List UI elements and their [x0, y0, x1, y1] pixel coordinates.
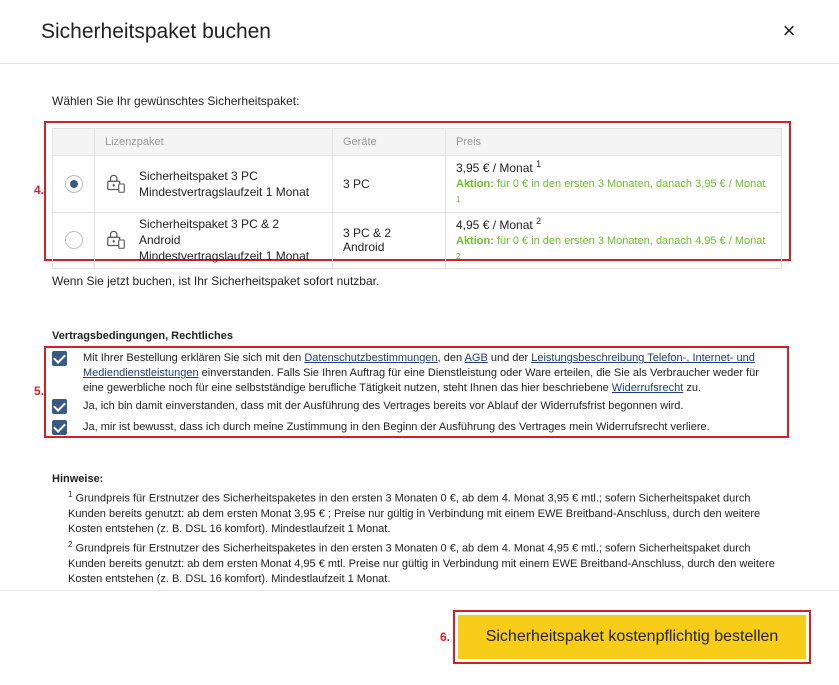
agb-link[interactable]: AGB — [465, 352, 488, 364]
terms-title: Vertragsbedingungen, Rechtliches — [52, 330, 233, 342]
package-price: 4,95 € / Monat — [456, 217, 533, 232]
package-radio-cell[interactable] — [52, 155, 95, 213]
package-name: Sicherheitspaket 3 PC & 2 Android — [139, 217, 280, 248]
withdrawal-right-link[interactable]: Widerrufsrecht — [612, 382, 684, 394]
package-radio-3pc-2android[interactable] — [64, 231, 83, 250]
consent-text-withdrawal-loss: Ja, mir ist bewusst, dass ich durch mein… — [83, 421, 710, 433]
annotation-step-5: 5. — [34, 384, 45, 398]
package-name: Sicherheitspaket 3 PC — [139, 168, 258, 183]
promo-label: Aktion: — [456, 234, 494, 247]
consent-row-withdrawal-loss[interactable]: Ja, mir ist bewusst, dass ich durch mein… — [52, 420, 773, 435]
table-header-row: Lizenzpaket Geräte Preis — [52, 128, 782, 156]
price-footnote-ref: 2 — [536, 215, 542, 226]
promo-footnote-ref: 1 — [456, 195, 461, 204]
footer-divider — [0, 590, 839, 591]
column-header-package: Lizenzpaket — [94, 128, 333, 156]
package-devices: 3 PC & 2 Android — [332, 211, 446, 270]
annotation-step-6: 6. — [440, 630, 451, 644]
hint-text: Grundpreis für Erstnutzer des Sicherheit… — [68, 492, 761, 535]
close-icon[interactable]: × — [778, 20, 800, 42]
package-row[interactable]: Sicherheitspaket 3 PC & 2 Android Mindes… — [52, 211, 782, 270]
package-prompt: Wählen Sie Ihr gewünschtes Sicherheitspa… — [52, 94, 300, 108]
column-header-select — [52, 128, 95, 156]
dialog-title: Sicherheitspaket buchen — [41, 20, 271, 43]
consent-text-part: und der — [487, 352, 532, 364]
promo-footnote-ref: 2 — [456, 251, 461, 261]
package-table: Lizenzpaket Geräte Preis Sicherheitspake… — [52, 128, 782, 270]
hint-1: 1 Grundpreis für Erstnutzer des Sicherhe… — [68, 487, 788, 537]
privacy-link[interactable]: Datenschutzbestimmungen — [304, 352, 437, 364]
package-price: 3,95 € / Monat — [456, 161, 533, 175]
column-header-price: Preis — [445, 128, 782, 156]
package-price-cell: 4,95 € / Monat 2 Aktion: für 0 € in den … — [445, 211, 782, 270]
consent-row-terms[interactable]: Mit Ihrer Bestellung erklären Sie sich m… — [52, 351, 773, 396]
package-min-term: Mindestvertragslaufzeit 1 Monat — [139, 184, 310, 199]
package-radio-cell[interactable] — [52, 211, 95, 270]
consent-text-part: , den — [437, 352, 465, 364]
dialog-header: Sicherheitspaket buchen × — [0, 0, 839, 64]
lock-device-icon — [107, 174, 125, 193]
promo-text: für 0 € in den ersten 3 Monaten, danach … — [496, 234, 766, 247]
package-min-term: Mindestvertragslaufzeit 1 Monat — [139, 249, 310, 264]
annotation-step-4: 4. — [34, 183, 45, 197]
consent-text-early-start: Ja, ich bin damit einverstanden, dass mi… — [83, 400, 684, 412]
immediate-use-note: Wenn Sie jetzt buchen, ist Ihr Sicherhei… — [52, 274, 380, 288]
consent-checkbox-terms[interactable] — [52, 351, 67, 366]
package-radio-3pc[interactable] — [64, 174, 83, 193]
consent-text-part: zu. — [683, 382, 702, 394]
promo-label: Aktion: — [456, 178, 494, 190]
hints-title: Hinweise: — [52, 473, 104, 485]
hint-2: 2 Grundpreis für Erstnutzer des Sicherhe… — [68, 537, 788, 587]
consent-checkbox-early-start[interactable] — [52, 399, 67, 414]
lock-device-icon — [107, 231, 125, 250]
consent-checkbox-withdrawal-loss[interactable] — [52, 420, 67, 435]
price-footnote-ref: 1 — [536, 159, 542, 169]
promo-text: für 0 € in den ersten 3 Monaten, danach … — [496, 178, 766, 190]
consent-text-terms: Mit Ihrer Bestellung erklären Sie sich m… — [83, 351, 773, 396]
package-devices: 3 PC — [332, 155, 446, 213]
column-header-devices: Geräte — [332, 128, 446, 156]
package-name-cell: Sicherheitspaket 3 PC Mindestvertragslau… — [94, 155, 333, 213]
package-price-cell: 3,95 € / Monat 1 Aktion: für 0 € in den … — [445, 155, 782, 213]
order-button[interactable]: Sicherheitspaket kostenpflichtig bestell… — [458, 615, 806, 659]
consent-text-part: Mit Ihrer Bestellung erklären Sie sich m… — [83, 352, 305, 364]
package-row[interactable]: Sicherheitspaket 3 PC Mindestvertragslau… — [52, 155, 782, 213]
hint-text: Grundpreis für Erstnutzer des Sicherheit… — [68, 542, 775, 585]
package-name-cell: Sicherheitspaket 3 PC & 2 Android Mindes… — [94, 211, 333, 270]
consent-row-early-start[interactable]: Ja, ich bin damit einverstanden, dass mi… — [52, 399, 773, 414]
